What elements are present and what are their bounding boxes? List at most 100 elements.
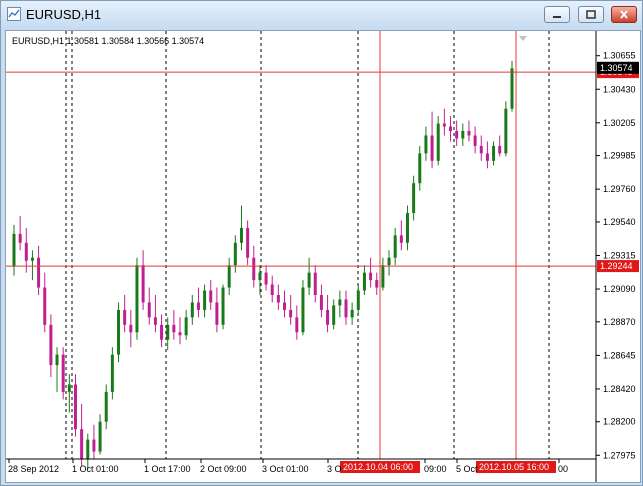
candle: [381, 257, 385, 291]
vertical-lines: 2012.10.04 06:00 2012.10.05 16:00: [340, 31, 556, 473]
candle: [344, 290, 348, 325]
candle-body: [332, 305, 336, 325]
candle: [461, 123, 465, 146]
close-icon: [620, 10, 628, 19]
candle: [356, 284, 360, 315]
maximize-icon: [586, 10, 596, 19]
maximize-button[interactable]: [578, 6, 604, 23]
vertical-line-label: 2012.10.04 06:00: [343, 462, 413, 472]
close-button[interactable]: [611, 6, 637, 23]
candle: [270, 275, 274, 303]
candle-body: [283, 302, 287, 310]
candle: [369, 257, 373, 288]
candle-body: [307, 272, 311, 288]
price-tick-label: 1.28645: [603, 350, 636, 360]
candle-body: [479, 145, 483, 154]
current-price-label: 1.30574: [600, 63, 633, 73]
candle-body: [147, 302, 151, 318]
candle-body: [37, 257, 41, 288]
candle: [295, 305, 299, 340]
candlestick-chart[interactable]: EURUSD,H1 1.30581 1.30584 1.30566 1.3057…: [6, 31, 640, 482]
candle-body: [381, 265, 385, 288]
chart-window: EURUSD,H1 EURUSD,H1 1.30581 1.30584 1.30…: [0, 0, 643, 486]
candle: [92, 424, 96, 459]
candle-body: [73, 384, 77, 430]
candle-body: [209, 290, 213, 303]
candle-body: [264, 272, 268, 285]
title-bar[interactable]: EURUSD,H1: [1, 1, 642, 29]
price-tick-label: 1.28870: [603, 317, 636, 327]
candle-body: [399, 235, 403, 243]
candle-body: [117, 309, 121, 355]
candle: [399, 220, 403, 251]
candle-body: [215, 302, 219, 325]
candle: [203, 284, 207, 318]
vertical-line-label: 2012.10.05 16:00: [479, 462, 549, 472]
chart-area[interactable]: EURUSD,H1 1.30581 1.30584 1.30566 1.3057…: [5, 30, 641, 483]
candle: [332, 299, 336, 330]
chart-shift-marker-icon[interactable]: [519, 36, 527, 41]
candle: [479, 135, 483, 161]
candle-body: [49, 324, 53, 366]
time-tick-label: 1 Oct 01:00: [72, 464, 119, 474]
candle-body: [326, 309, 330, 325]
candle: [160, 314, 164, 348]
candle: [135, 257, 139, 340]
candle: [239, 205, 243, 251]
price-tick-label: 1.27975: [603, 450, 636, 460]
candle-body: [338, 299, 342, 306]
candle-body: [430, 135, 434, 161]
candle-body: [123, 309, 127, 325]
candle-body: [467, 131, 471, 136]
candle: [375, 272, 379, 295]
candle: [492, 141, 496, 166]
candle-body: [190, 302, 194, 318]
candle-body: [98, 421, 102, 452]
candle: [73, 374, 77, 437]
candle-body: [55, 354, 59, 366]
candle-body: [43, 287, 47, 325]
time-tick-label: 5 Oct: [456, 464, 478, 474]
candle: [30, 250, 34, 281]
candle: [387, 250, 391, 276]
candle-body: [227, 265, 231, 288]
candle: [301, 280, 305, 336]
candle-body: [301, 287, 305, 333]
time-tick-label: 3 O: [327, 464, 342, 474]
candle-body: [498, 145, 502, 154]
candle-body: [18, 233, 22, 243]
price-tick-label: 1.29315: [603, 250, 636, 260]
candles: [12, 60, 514, 470]
candle: [153, 295, 157, 333]
candle: [184, 309, 188, 340]
candle-body: [418, 153, 422, 184]
candle-body: [387, 257, 391, 266]
price-tick-label: 1.29090: [603, 284, 636, 294]
candle-body: [153, 317, 157, 325]
time-tick-label: 1 Oct 17:00: [144, 464, 191, 474]
price-tick-label: 1.29760: [603, 184, 636, 194]
candle-body: [313, 272, 317, 295]
candle-body: [510, 68, 514, 109]
candle-body: [492, 145, 496, 161]
candle: [362, 265, 366, 295]
minimize-button[interactable]: [544, 6, 570, 23]
price-axis: 1.30655 1.30430 1.30205 1.29985 1.29760 1.295…: [595, 31, 636, 482]
candle-body: [172, 324, 176, 333]
candle-body: [92, 439, 96, 452]
vertical-separators: [65, 31, 550, 459]
candle-body: [129, 324, 133, 333]
candle: [283, 290, 287, 318]
candle: [233, 235, 237, 273]
window-title: EURUSD,H1: [26, 7, 102, 22]
candle: [117, 302, 121, 363]
candle: [215, 287, 219, 333]
price-tick-label: 1.30430: [603, 84, 636, 94]
price-tick-label: 1.28420: [603, 384, 636, 394]
candle-body: [239, 227, 243, 243]
candle: [436, 116, 440, 166]
candle: [264, 265, 268, 291]
candle: [442, 108, 446, 136]
candle-body: [350, 309, 354, 318]
chart-window-icon: [7, 7, 21, 21]
